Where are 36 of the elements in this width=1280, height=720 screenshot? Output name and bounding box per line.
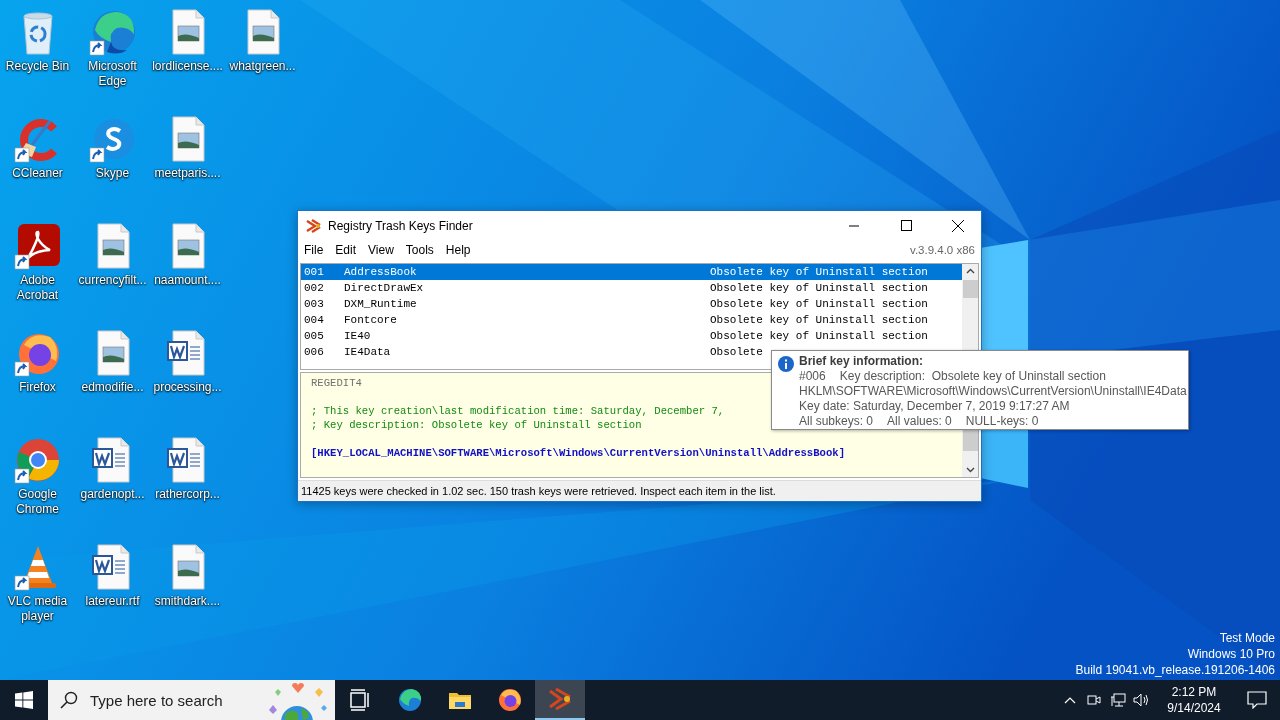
registry-comment: ; This key creation\last modification time: Saturday, December 7, xyxy=(311,403,725,418)
version-label: v.3.9.4.0 x86 xyxy=(910,244,975,257)
window-title: Registry Trash Keys Finder xyxy=(328,218,474,233)
registry-key-line: [HKEY_LOCAL_MACHINE\SOFTWARE\Microsoft\Windows\CurrentVersion\Uninstall\AddressBook] xyxy=(311,445,845,460)
registry-header: REGEDIT4 xyxy=(311,375,362,390)
key-description: Obsolete key of Uninstall section xyxy=(710,281,929,294)
system-info-text: Build 19041.vb_release.191206-1406 xyxy=(1075,662,1275,678)
key-number: 006 xyxy=(304,345,325,358)
registry-comment: ; Key description: Obsolete key of Uninstall section xyxy=(311,417,642,432)
key-name: Fontcore xyxy=(344,313,398,326)
key-number: 004 xyxy=(304,313,325,326)
system-info-text: Windows 10 Pro xyxy=(1187,646,1275,662)
tooltip-title: Brief key information: xyxy=(799,354,925,369)
key-number: #006 xyxy=(799,369,826,384)
key-date: Key date: Saturday, December 7, 2019 9:17:27 AM xyxy=(799,399,1071,414)
key-name: IE4Data xyxy=(344,345,392,358)
key-count: All values: 0 xyxy=(887,414,952,429)
key-description: Obsolete key of Uninstall section xyxy=(710,265,929,278)
key-description: Obsolete xyxy=(710,345,764,358)
key-number: 005 xyxy=(304,329,325,342)
key-name: IE40 xyxy=(344,329,372,342)
key-path: HKLM\SOFTWARE\Microsoft\Windows\CurrentVersion\Uninstall\IE4Data xyxy=(799,384,1187,399)
key-name: AddressBook xyxy=(344,265,418,278)
key-name: DirectDrawEx xyxy=(344,281,425,294)
key-description: Obsolete key of Uninstall section xyxy=(710,329,929,342)
key-name: DXM_Runtime xyxy=(344,297,418,310)
key-count: NULL-keys: 0 xyxy=(965,414,1039,429)
key-count: All subkeys: 0 xyxy=(799,414,874,429)
system-info-text: Test Mode xyxy=(1219,630,1275,646)
key-description: Obsolete key of Uninstall section xyxy=(710,297,929,310)
key-number: 002 xyxy=(304,281,325,294)
status-text: 11425 keys were checked in 1.02 sec. 150 trash keys were retrieved. Inspect each item in the list. xyxy=(301,485,776,498)
key-number: 001 xyxy=(304,265,325,278)
key-number: 003 xyxy=(304,297,325,310)
key-description: Key description: Obsolete key of Uninstall section xyxy=(839,369,1106,384)
key-description: Obsolete key of Uninstall section xyxy=(710,313,929,326)
